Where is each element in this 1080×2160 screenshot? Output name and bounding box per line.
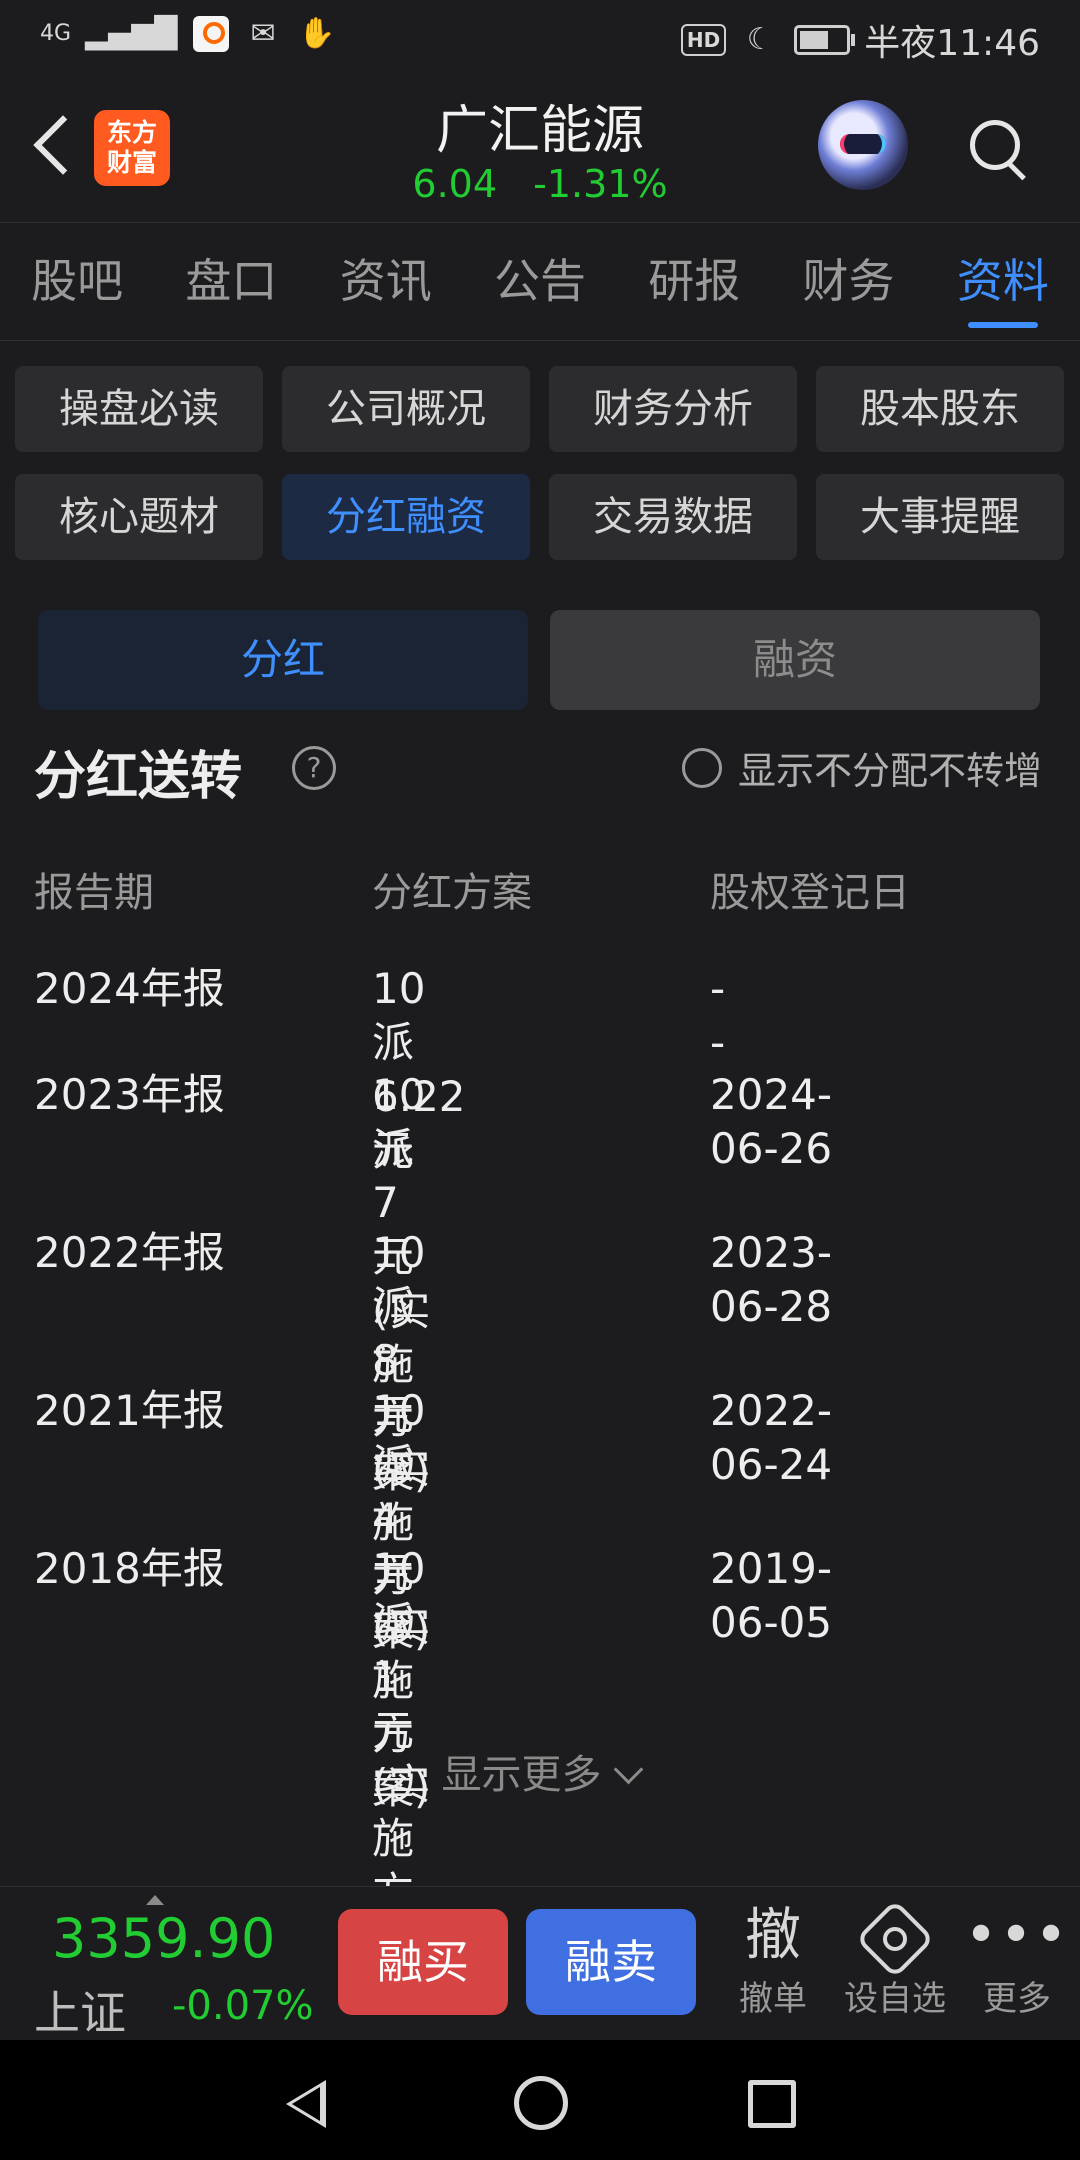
subnav-company-overview[interactable]: 公司概况: [282, 366, 530, 452]
row-record-date: --: [710, 964, 726, 1067]
index-name: 上证: [34, 1986, 126, 2040]
hand-icon: ✋: [298, 16, 336, 51]
tab-pankou[interactable]: 盘口: [154, 222, 308, 340]
tab-research[interactable]: 研报: [617, 222, 771, 340]
show-more-button[interactable]: 显示更多: [0, 1742, 1080, 1800]
cancel-order-label: 撤单: [739, 1979, 807, 2019]
table-row: 2022年报 10派8元 (实施方案) 2023-06-28: [34, 1226, 832, 1655]
header-record-date: 股权登记日: [710, 870, 910, 916]
status-bar: 4G ▂▄▆█ ◠ ✉ ✋ HD ☾ 半夜11:46: [0, 0, 1080, 72]
subnav-trading-data[interactable]: 交易数据: [549, 474, 797, 560]
nav-back-icon[interactable]: [286, 2080, 326, 2128]
header-period: 报告期: [34, 870, 154, 916]
table-row: 2021年报 10派4元 (实施方案) 2022-06-24: [34, 1384, 832, 1813]
show-no-distribution-toggle[interactable]: 显示不分配不转增: [681, 740, 1042, 795]
index-value[interactable]: 3359.90: [52, 1907, 275, 1970]
wifi-icon: ◠: [145, 16, 173, 51]
more-button[interactable]: ••• 更多: [962, 1901, 1072, 2020]
more-label: 更多: [983, 1979, 1051, 2019]
nav-home-icon[interactable]: [514, 2076, 568, 2130]
stock-header: 东方财富 广汇能源 6.04 -1.31%: [0, 72, 1080, 223]
toggle-label: 显示不分配不转增: [737, 749, 1042, 793]
subnav-dividend-financing[interactable]: 分红融资: [282, 474, 530, 560]
radio-icon[interactable]: [681, 747, 722, 788]
profile-subnav: 操盘必读 公司概况 财务分析 股本股东 核心题材 分红融资 交易数据 大事提醒: [15, 366, 1065, 560]
table-row: 2023年报 10派7元 (实施方案) 2024-06-26: [34, 1068, 832, 1497]
subnav-core-themes[interactable]: 核心题材: [15, 474, 263, 560]
dividend-financing-switch: 分红 融资: [38, 610, 1040, 710]
row-period: 2021年报: [34, 1386, 225, 1435]
tab-finance[interactable]: 财务: [771, 222, 925, 340]
row-period: 2018年报: [34, 1544, 225, 1593]
tab-announcements[interactable]: 公告: [463, 222, 617, 340]
segment-financing[interactable]: 融资: [550, 610, 1040, 710]
search-icon[interactable]: [966, 116, 1026, 176]
row-period: 2022年报: [34, 1228, 225, 1277]
margin-sell-button[interactable]: 融卖: [526, 1909, 696, 2015]
system-nav-bar: [0, 2040, 1080, 2160]
row-plan-text: 10派1元: [372, 1544, 426, 1755]
more-icon: •••: [964, 1903, 1070, 1968]
segment-dividend[interactable]: 分红: [38, 610, 528, 710]
trade-bar: 3359.90 上证 -0.07% 融买 融卖 撤 撤单 设自选 ••• 更多: [0, 1886, 1080, 2041]
index-change: -0.07%: [172, 1983, 314, 2029]
signal-icon: ▂▄▆█: [85, 16, 178, 51]
clock: 半夜11:46: [864, 23, 1040, 64]
row-record-date: 2023-06-28: [710, 1228, 833, 1331]
wechat-icon: ✉: [250, 16, 276, 51]
section-title: 分红送转: [34, 747, 243, 807]
cancel-order-icon: 撤: [745, 1903, 801, 1968]
row-record-date: 2022-06-24: [710, 1386, 833, 1489]
subnav-trading-guide[interactable]: 操盘必读: [15, 366, 263, 452]
stock-change-pct: -1.31%: [533, 162, 668, 206]
table-row: 2018年报 10派1元 (实施方案) 2019-06-05: [34, 1542, 832, 1971]
app-notification-icon: [193, 16, 230, 52]
stock-name: 广汇能源: [435, 101, 644, 161]
add-watchlist-button[interactable]: 设自选: [840, 1899, 950, 2020]
subnav-events[interactable]: 大事提醒: [816, 474, 1064, 560]
subnav-shareholders[interactable]: 股本股东: [816, 366, 1064, 452]
main-tabs: 股吧 盘口 资讯 公告 研报 财务 资料: [0, 222, 1080, 341]
row-record-date: 2024-06-26: [710, 1070, 833, 1173]
row-record-date: 2019-06-05: [710, 1544, 833, 1647]
expand-caret-icon[interactable]: [146, 1895, 164, 1905]
header-plan: 分红方案: [372, 870, 532, 916]
add-watchlist-label: 设自选: [844, 1979, 946, 2019]
ai-assistant-icon[interactable]: [818, 100, 908, 190]
row-period: 2024年报: [34, 964, 225, 1013]
tab-guba[interactable]: 股吧: [0, 222, 154, 340]
battery-icon: [794, 25, 856, 55]
watchlist-icon-wrap: [840, 1899, 950, 1979]
moon-icon: ☾: [746, 22, 774, 57]
gear-icon: [855, 1899, 935, 1979]
table-row: 2024年报 10派6.22元 --: [34, 962, 725, 1175]
stock-quote: 6.04 -1.31%: [0, 162, 1080, 206]
tab-news[interactable]: 资讯: [309, 222, 463, 340]
cancel-order-button[interactable]: 撤 撤单: [718, 1901, 828, 2020]
chevron-down-icon: [613, 1754, 643, 1785]
hd-icon: HD: [680, 24, 727, 56]
row-period: 2023年报: [34, 1070, 225, 1119]
subnav-financial-analysis[interactable]: 财务分析: [549, 366, 797, 452]
tab-profile[interactable]: 资料: [926, 222, 1080, 340]
margin-buy-button[interactable]: 融买: [338, 1909, 508, 2015]
nav-recent-apps-icon[interactable]: [748, 2080, 796, 2128]
show-more-label: 显示更多: [441, 1752, 602, 1798]
network-label: 4G: [40, 21, 72, 46]
stock-price: 6.04: [412, 162, 498, 206]
help-icon[interactable]: ?: [292, 746, 336, 790]
